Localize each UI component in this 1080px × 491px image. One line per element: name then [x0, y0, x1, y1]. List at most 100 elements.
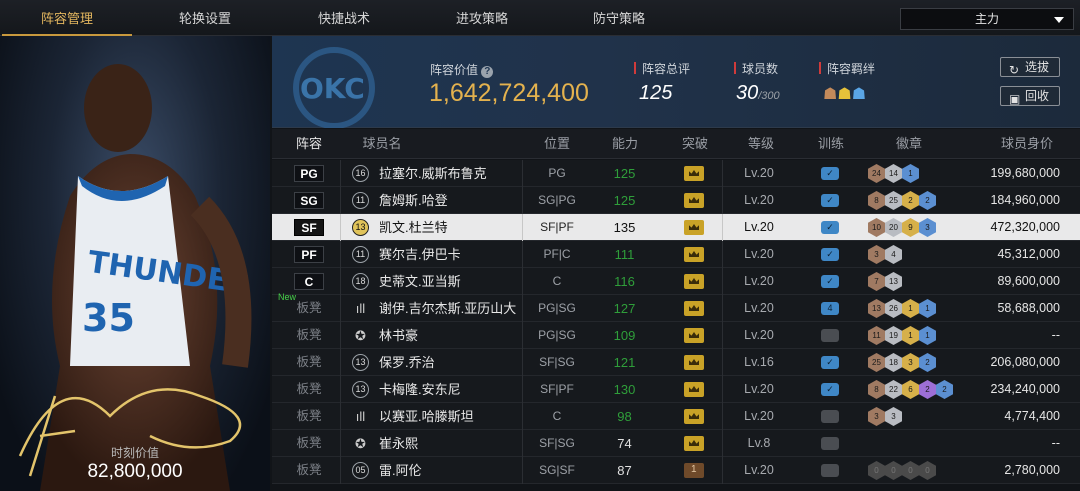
col-lineup[interactable]: 阵容 — [292, 129, 326, 159]
player-name[interactable]: 史蒂文.亚当斯 — [379, 268, 529, 295]
breakthrough-crown-icon[interactable] — [684, 436, 704, 451]
badge-count-icon[interactable]: 1 — [902, 299, 919, 318]
badge-count-icon[interactable]: 3 — [885, 407, 902, 426]
player-portrait-card[interactable]: THUNDER 35 时刻价值 82,800,000 — [0, 36, 270, 491]
training-shield-icon[interactable]: ✓ — [821, 194, 839, 207]
breakthrough-crown-icon[interactable] — [684, 247, 704, 262]
breakthrough-crown-icon[interactable] — [684, 220, 704, 235]
badge-count-icon[interactable]: 13 — [885, 272, 902, 291]
player-name[interactable]: 林书豪 — [379, 322, 529, 349]
badge-count-icon[interactable]: 2 — [919, 191, 936, 210]
recycle-button[interactable]: ▣ 回收 — [1000, 86, 1060, 106]
training-shield-icon[interactable]: 4 — [821, 302, 839, 315]
roster-row[interactable]: 板凳 ✪ 崔永熙 SF|SG 74 Lv.8 -- — [272, 430, 1080, 457]
training-shield-icon[interactable]: ✓ — [821, 221, 839, 234]
badge-count-icon[interactable]: 13 — [868, 299, 885, 318]
badge-count-icon[interactable]: 1 — [902, 164, 919, 183]
badge-count-icon[interactable]: 7 — [868, 272, 885, 291]
training-shield-icon[interactable]: ✓ — [821, 356, 839, 369]
player-name[interactable]: 詹姆斯.哈登 — [379, 187, 529, 214]
breakthrough-crown-icon[interactable] — [684, 355, 704, 370]
player-name[interactable]: 拉塞尔.威斯布鲁克 — [379, 160, 529, 187]
lineup-dropdown[interactable]: 主力 — [900, 8, 1074, 30]
col-player-name[interactable]: 球员名 — [352, 129, 412, 159]
training-shield-icon[interactable] — [821, 464, 839, 477]
badge-count-icon[interactable]: 0 — [902, 461, 919, 480]
tab-rotation-settings[interactable]: 轮换设置 — [140, 0, 270, 36]
training-shield-icon[interactable] — [821, 437, 839, 450]
breakthrough-crown-icon[interactable] — [684, 193, 704, 208]
breakthrough-crown-icon[interactable] — [684, 382, 704, 397]
roster-row[interactable]: 板凳 ✪ 林书豪 PG|SG 109 Lv.20 11 19 1 1 -- — [272, 322, 1080, 349]
training-shield-icon[interactable] — [821, 410, 839, 423]
badge-count-icon[interactable]: 9 — [902, 218, 919, 237]
bench-slot-label[interactable]: 板凳 — [292, 349, 326, 376]
breakthrough-crown-icon[interactable] — [684, 328, 704, 343]
roster-row[interactable]: SF 13 凯文.杜兰特 SF|PF 135 Lv.20 ✓ 10 20 9 3 472,320,00… — [272, 214, 1080, 241]
player-name[interactable]: 凯文.杜兰特 — [379, 214, 529, 241]
badge-count-icon[interactable]: 3 — [919, 218, 936, 237]
breakthrough-crown-icon[interactable] — [684, 274, 704, 289]
roster-row[interactable]: 板凳 New ıll 谢伊.吉尔杰斯.亚历山大 PG|SG 127 Lv.20 4 13 26 1 1… — [272, 292, 1080, 322]
training-shield-icon[interactable]: ✓ — [821, 383, 839, 396]
badge-count-icon[interactable]: 1 — [902, 326, 919, 345]
player-name[interactable]: 赛尔吉.伊巴卡 — [379, 241, 529, 268]
col-badges[interactable]: 徽章 — [886, 129, 932, 159]
badge-count-icon[interactable]: 22 — [885, 380, 902, 399]
player-name[interactable]: 雷.阿伦 — [379, 457, 529, 484]
breakthrough-crown-icon[interactable] — [684, 301, 704, 316]
badge-count-icon[interactable]: 18 — [885, 353, 902, 372]
position-slot-badge[interactable]: C — [294, 273, 324, 290]
roster-row[interactable]: C 18 史蒂文.亚当斯 C 116 Lv.20 ✓ 7 13 89,600,000 — [272, 268, 1080, 295]
badge-count-icon[interactable]: 25 — [868, 353, 885, 372]
roster-row[interactable]: 板凳 13 保罗.乔治 SF|SG 121 Lv.16 ✓ 25 18 3 2 206,080,000 — [272, 349, 1080, 376]
player-name[interactable]: 谢伊.吉尔杰斯.亚历山大 — [379, 295, 529, 322]
badge-count-icon[interactable]: 6 — [902, 380, 919, 399]
training-shield-icon[interactable]: ✓ — [821, 248, 839, 261]
badge-count-icon[interactable]: 10 — [868, 218, 885, 237]
help-icon[interactable]: ? — [481, 66, 494, 78]
badge-count-icon[interactable]: 8 — [868, 380, 885, 399]
bench-slot-label[interactable]: 板凳 — [292, 457, 326, 484]
col-breakthrough[interactable]: 突破 — [672, 129, 718, 159]
badge-count-icon[interactable]: 25 — [885, 191, 902, 210]
roster-row[interactable]: 板凳 13 卡梅隆.安东尼 SF|PF 130 Lv.20 ✓ 8 22 6 2 2 234,240,0… — [272, 376, 1080, 403]
badge-count-icon[interactable]: 1 — [919, 326, 936, 345]
badge-count-icon[interactable]: 0 — [868, 461, 885, 480]
badge-count-icon[interactable]: 19 — [885, 326, 902, 345]
badge-count-icon[interactable]: 2 — [902, 191, 919, 210]
bench-slot-label[interactable]: 板凳 — [292, 403, 326, 430]
breakthrough-crown-icon[interactable] — [684, 463, 704, 478]
bond-blue-icon[interactable]: ☗ — [852, 86, 866, 103]
badge-count-icon[interactable]: 3 — [902, 353, 919, 372]
position-slot-badge[interactable]: PG — [294, 165, 324, 182]
training-shield-icon[interactable]: ✓ — [821, 167, 839, 180]
badge-count-icon[interactable]: 4 — [885, 245, 902, 264]
roster-row[interactable]: 板凳 ıll 以赛亚.哈滕斯坦 C 98 Lv.20 3 3 4,774,400 — [272, 403, 1080, 430]
badge-count-icon[interactable]: 3 — [868, 245, 885, 264]
bench-slot-label[interactable]: 板凳 — [292, 376, 326, 403]
training-shield-icon[interactable]: ✓ — [821, 275, 839, 288]
col-player-value[interactable]: 球员身价 — [992, 129, 1062, 159]
select-button[interactable]: ↻ 选拔 — [1000, 57, 1060, 77]
position-slot-badge[interactable]: PF — [294, 246, 324, 263]
bond-bronze-icon[interactable]: ☗ — [823, 86, 837, 103]
breakthrough-crown-icon[interactable] — [684, 409, 704, 424]
roster-row[interactable]: SG 11 詹姆斯.哈登 SG|PG 125 Lv.20 ✓ 8 25 2 2 184,960,000 — [272, 187, 1080, 214]
bench-slot-label[interactable]: 板凳 — [292, 295, 326, 322]
player-name[interactable]: 以赛亚.哈滕斯坦 — [379, 403, 529, 430]
badge-count-icon[interactable]: 1 — [919, 299, 936, 318]
badge-count-icon[interactable]: 11 — [868, 326, 885, 345]
badge-count-icon[interactable]: 3 — [868, 407, 885, 426]
col-training[interactable]: 训练 — [808, 129, 854, 159]
player-name[interactable]: 崔永熙 — [379, 430, 529, 457]
position-slot-badge[interactable]: SF — [294, 219, 324, 236]
badge-count-icon[interactable]: 8 — [868, 191, 885, 210]
tab-offense-strategy[interactable]: 进攻策略 — [417, 0, 547, 36]
player-name[interactable]: 保罗.乔治 — [379, 349, 529, 376]
badge-count-icon[interactable]: 2 — [936, 380, 953, 399]
training-shield-icon[interactable] — [821, 329, 839, 342]
player-name[interactable]: 卡梅隆.安东尼 — [379, 376, 529, 403]
col-ability[interactable]: 能力 — [602, 129, 648, 159]
roster-row[interactable]: PF 11 赛尔吉.伊巴卡 PF|C 111 Lv.20 ✓ 3 4 45,312,000 — [272, 241, 1080, 268]
